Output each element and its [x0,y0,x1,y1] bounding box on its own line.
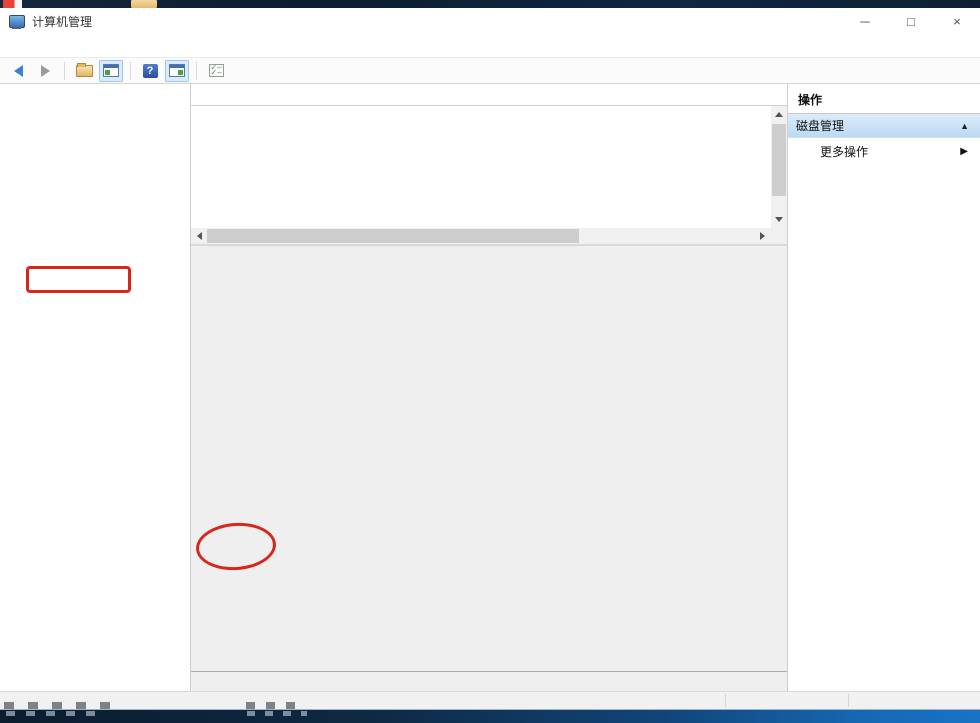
titlebar: 计算机管理 ─ □ × [0,8,980,34]
volume-horizontal-scrollbar[interactable] [191,228,771,244]
maximize-button[interactable]: □ [888,8,934,34]
app-icon [9,15,25,28]
vertical-scroll-thumb[interactable] [772,124,786,196]
taskbar-artifacts [6,711,106,716]
menubar [0,34,980,57]
export-button[interactable] [72,60,96,82]
close-button[interactable]: × [934,8,980,34]
volume-vertical-scrollbar[interactable] [771,106,787,228]
more-actions-label: 更多操作 [820,143,868,160]
show-console-tree-icon [103,64,119,77]
background-window-strip [0,0,980,8]
scrollbar-corner [771,228,787,244]
toolbar-separator [64,62,65,80]
export-folder-icon [76,65,93,77]
taskbar-artifacts [247,711,307,716]
window-title: 计算机管理 [32,13,92,30]
back-icon [14,65,23,77]
more-actions-item[interactable]: 更多操作 ▶ [788,138,980,165]
scroll-right-icon[interactable] [760,232,765,240]
back-button[interactable] [6,60,30,82]
console-tree [0,84,191,691]
volume-list-header [191,84,787,106]
disk-graphical-view [191,246,787,691]
help-button[interactable]: ? [138,60,162,82]
actions-group-disk-management[interactable]: 磁盘管理 ▲ [788,114,980,138]
forward-icon [41,65,50,77]
forward-button[interactable] [33,60,57,82]
actions-header: 操作 [788,84,980,114]
statusbar-divider [725,694,726,707]
window-controls: ─ □ × [842,8,980,34]
screen: 计算机管理 ─ □ × ? ✓–✓– [0,0,980,723]
toolbar: ? ✓–✓– [0,57,980,84]
volume-list [191,84,787,246]
actions-pane: 操作 磁盘管理 ▲ 更多操作 ▶ [788,84,980,691]
statusbar-artifacts [4,702,110,709]
statusbar-divider [848,694,849,707]
submenu-arrow-icon: ▶ [960,146,968,157]
volume-list-rows [191,106,771,244]
background-app-icon [3,0,22,8]
statusbar-artifacts [246,702,304,709]
scroll-left-icon[interactable] [197,232,202,240]
horizontal-scroll-thumb[interactable] [207,229,579,243]
customize-button[interactable]: ✓–✓– [204,60,228,82]
show-action-pane-icon [169,64,185,77]
scroll-down-icon[interactable] [775,217,783,222]
main-area: 操作 磁盘管理 ▲ 更多操作 ▶ [0,84,980,691]
toolbar-separator [196,62,197,80]
minimize-button[interactable]: ─ [842,8,888,34]
taskbar [0,710,980,723]
computer-management-window: 计算机管理 ─ □ × ? ✓–✓– [0,8,980,710]
collapse-icon[interactable]: ▲ [960,121,969,131]
help-icon: ? [143,64,158,78]
center-pane [191,84,788,691]
statusbar [0,691,980,709]
customize-icon: ✓–✓– [209,64,224,77]
actions-group-label: 磁盘管理 [796,117,844,134]
show-action-pane-button[interactable] [165,60,189,82]
toolbar-separator [130,62,131,80]
background-folder-icon [131,0,157,8]
scroll-up-icon[interactable] [775,112,783,117]
partition-legend [191,671,787,691]
show-console-tree-button[interactable] [99,60,123,82]
